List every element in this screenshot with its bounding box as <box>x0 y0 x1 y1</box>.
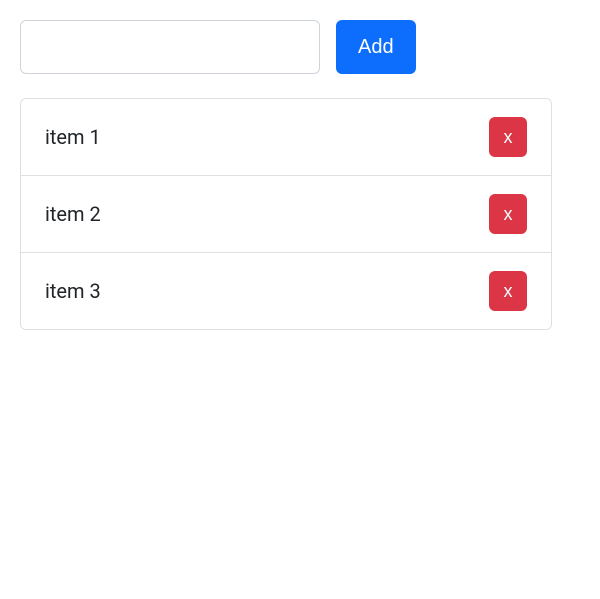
item-list: item 1 x item 2 x item 3 x <box>20 98 552 330</box>
add-button[interactable]: Add <box>336 20 416 74</box>
delete-button[interactable]: x <box>489 194 527 234</box>
item-label: item 2 <box>45 202 101 226</box>
delete-button[interactable]: x <box>489 271 527 311</box>
list-item: item 1 x <box>21 99 551 176</box>
delete-button[interactable]: x <box>489 117 527 157</box>
item-input[interactable] <box>20 20 320 74</box>
list-item: item 3 x <box>21 253 551 329</box>
item-label: item 1 <box>45 125 101 149</box>
add-item-row: Add <box>20 20 580 74</box>
list-item: item 2 x <box>21 176 551 253</box>
item-label: item 3 <box>45 279 101 303</box>
